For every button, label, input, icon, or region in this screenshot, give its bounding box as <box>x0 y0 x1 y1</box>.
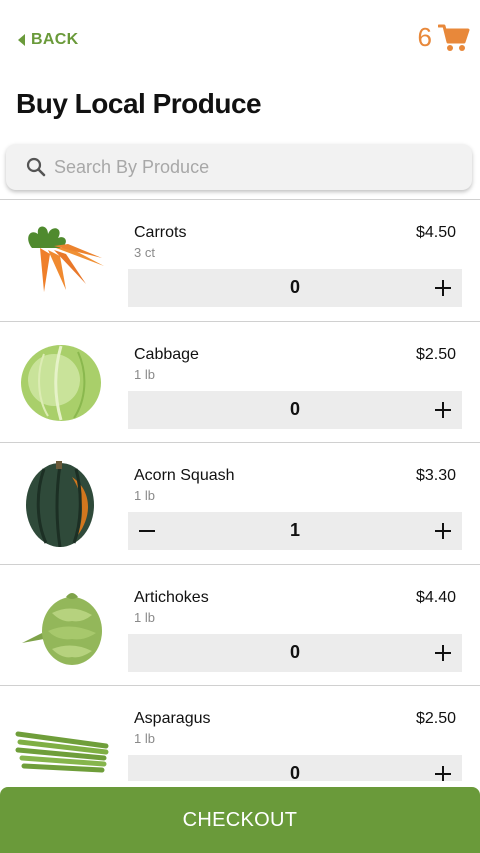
list-item: Carrots 3 ct $4.50 0 <box>0 200 480 322</box>
quantity-stepper: 0 <box>128 269 462 307</box>
quantity-value: 0 <box>289 763 300 781</box>
artichokes-image <box>14 583 110 669</box>
list-item: Artichokes 1 lb $4.40 0 <box>0 565 480 686</box>
plus-icon[interactable] <box>428 638 458 668</box>
item-unit: 1 lb <box>134 488 155 503</box>
item-name: Carrots <box>134 224 187 241</box>
acorn-squash-image <box>14 461 110 547</box>
quantity-stepper: 0 <box>128 755 462 781</box>
plus-icon[interactable] <box>428 395 458 425</box>
chevron-left-icon <box>18 34 25 46</box>
item-name: Artichokes <box>134 588 209 606</box>
item-name: Acorn Squash <box>134 467 235 484</box>
cart-button[interactable]: 6 <box>418 22 470 53</box>
item-unit: 1 lb <box>134 731 155 746</box>
search-icon <box>26 157 46 177</box>
item-price: $2.50 <box>415 710 456 727</box>
checkout-label: CHECKOUT <box>182 808 298 831</box>
quantity-stepper: 0 <box>128 390 462 429</box>
item-unit: 1 lb <box>134 366 155 382</box>
list-item: Acorn Squash 1 lb $3.30 1 <box>0 443 480 565</box>
item-price: $4.50 <box>415 224 456 241</box>
asparagus-image <box>14 704 110 781</box>
item-price: $4.40 <box>415 588 456 606</box>
item-name: Cabbage <box>134 345 199 363</box>
top-bar: BACK 6 <box>0 0 480 80</box>
quantity-value: 1 <box>289 520 300 540</box>
shopping-cart-icon <box>438 24 470 51</box>
plus-icon[interactable] <box>428 516 458 546</box>
item-unit: 1 lb <box>134 609 155 625</box>
list-item: Asparagus 1 lb $2.50 0 <box>0 686 480 781</box>
checkout-button[interactable]: CHECKOUT <box>0 787 480 853</box>
list-item: Cabbage 1 lb $2.50 0 <box>0 322 480 443</box>
quantity-value: 0 <box>289 277 300 297</box>
carrots-image <box>14 218 110 304</box>
search-input[interactable] <box>54 156 434 178</box>
item-price: $3.30 <box>415 467 456 484</box>
item-unit: 3 ct <box>134 245 155 260</box>
item-price: $2.50 <box>415 345 456 363</box>
cart-count: 6 <box>417 22 432 52</box>
quantity-value: 0 <box>289 641 300 662</box>
back-label: BACK <box>31 31 79 48</box>
page-title: Buy Local Produce <box>16 88 262 119</box>
quantity-value: 0 <box>289 398 300 419</box>
plus-icon[interactable] <box>428 759 458 781</box>
plus-icon[interactable] <box>428 273 458 303</box>
quantity-stepper: 1 <box>128 512 462 550</box>
quantity-stepper: 0 <box>128 633 462 672</box>
produce-list[interactable]: Carrots 3 ct $4.50 0 Cabbage 1 lb $2.50 … <box>0 199 480 781</box>
back-button[interactable]: BACK <box>18 31 78 49</box>
cabbage-image <box>14 340 110 426</box>
search-bar[interactable] <box>6 144 472 190</box>
item-name: Asparagus <box>134 710 211 727</box>
